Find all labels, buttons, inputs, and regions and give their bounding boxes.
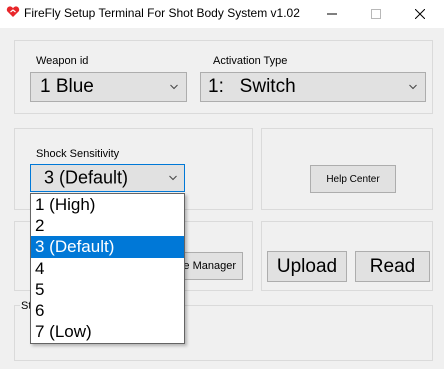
- chevron-down-icon: [169, 175, 177, 181]
- read-button[interactable]: Read: [355, 251, 430, 282]
- firefly-logo-icon: [6, 6, 20, 18]
- shock-sensitivity-select[interactable]: 3 (Default): [30, 164, 185, 192]
- weapon-id-label: Weapon id: [36, 55, 89, 67]
- shock-sensitivity-label: Shock Sensitivity: [36, 148, 120, 160]
- weapon-id-value: 1 Blue: [40, 76, 94, 97]
- activation-type-select[interactable]: 1: Switch: [200, 72, 426, 102]
- minimize-icon: [327, 13, 337, 15]
- window-title: FireFly Setup Terminal For Shot Body Sys…: [24, 6, 300, 20]
- dropdown-option[interactable]: 4: [31, 258, 184, 279]
- dropdown-option[interactable]: 2: [31, 215, 184, 236]
- weapon-id-select[interactable]: 1 Blue: [30, 72, 187, 102]
- dropdown-option[interactable]: 1 (High): [31, 194, 184, 215]
- title-bar: FireFly Setup Terminal For Shot Body Sys…: [0, 0, 444, 28]
- dropdown-option-selected[interactable]: 3 (Default): [31, 236, 184, 258]
- close-button[interactable]: [400, 0, 440, 28]
- chevron-down-icon: [409, 84, 417, 90]
- activation-type-value: 1: Switch: [208, 76, 296, 97]
- shock-sensitivity-value: 3 (Default): [44, 167, 129, 188]
- chevron-down-icon: [170, 84, 178, 90]
- upload-button[interactable]: Upload: [267, 251, 347, 282]
- dropdown-option[interactable]: 5: [31, 279, 184, 300]
- activation-type-label: Activation Type: [213, 55, 288, 67]
- minimize-button[interactable]: [312, 0, 352, 28]
- help-center-button[interactable]: Help Center: [310, 165, 396, 193]
- dropdown-option[interactable]: 6: [31, 300, 184, 321]
- close-icon: [415, 9, 425, 19]
- maximize-icon: [371, 9, 381, 19]
- dropdown-option[interactable]: 7 (Low): [31, 321, 184, 342]
- shock-sensitivity-dropdown[interactable]: 1 (High) 2 3 (Default) 4 5 6 7 (Low): [30, 193, 185, 344]
- maximize-button[interactable]: [356, 0, 396, 28]
